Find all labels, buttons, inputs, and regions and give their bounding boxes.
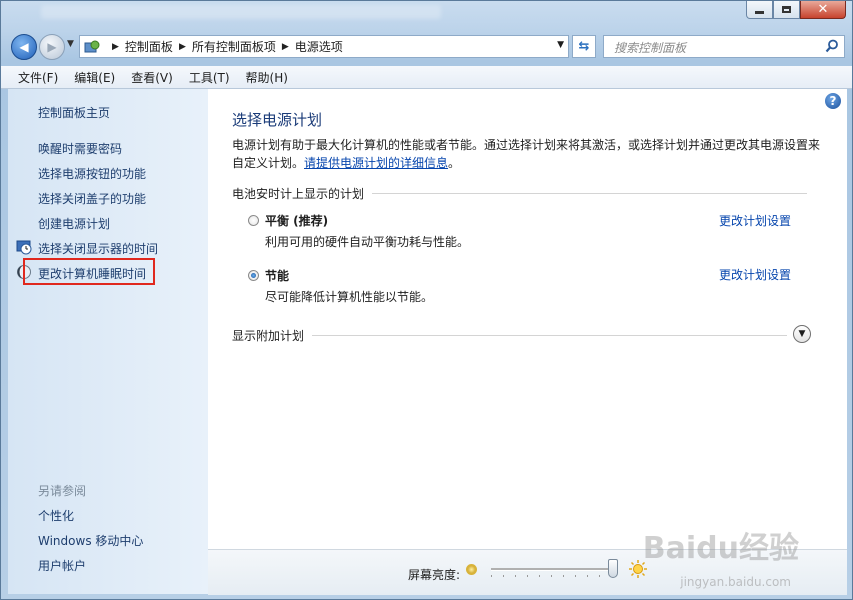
history-dropdown-icon[interactable]: ▼ bbox=[67, 39, 74, 49]
description-end: 。 bbox=[448, 156, 461, 170]
dim-brightness-icon bbox=[466, 564, 477, 575]
brightness-bar: 屏幕亮度: Baidu经验 jingyan.baidu.com bbox=[208, 531, 847, 595]
content-area: 控制面板主页 唤醒时需要密码 选择电源按钮的功能 选择关闭盖子的功能 创建电源计… bbox=[8, 89, 847, 595]
navigation-bar: ◀ ▶ ▼ ▶ 控制面板 ▶ 所有控制面板项 ▶ 电源选项 ▼ ⇆ bbox=[1, 31, 852, 63]
watermark-url: jingyan.baidu.com bbox=[680, 575, 791, 589]
menu-help[interactable]: 帮助(H) bbox=[238, 69, 296, 86]
plan-balanced-change-link[interactable]: 更改计划设置 bbox=[719, 212, 791, 229]
sidebar-item-lid-close[interactable]: 选择关闭盖子的功能 bbox=[38, 190, 146, 207]
sidebar-home-link[interactable]: 控制面板主页 bbox=[38, 104, 110, 121]
highlight-box bbox=[23, 258, 155, 285]
plan-balanced-desc: 利用可用的硬件自动平衡功耗与性能。 bbox=[265, 235, 470, 249]
close-button[interactable]: ✕ bbox=[800, 1, 846, 19]
brightness-slider-track[interactable] bbox=[491, 568, 616, 571]
section-heading: 显示附加计划 bbox=[232, 329, 305, 343]
clock-icon bbox=[16, 240, 32, 255]
chevron-down-icon: ▼ bbox=[798, 329, 806, 339]
help-icon[interactable]: ? bbox=[825, 93, 841, 109]
forward-button[interactable]: ▶ bbox=[39, 34, 65, 60]
refresh-icon: ⇆ bbox=[578, 39, 590, 54]
address-bar[interactable]: ▶ 控制面板 ▶ 所有控制面板项 ▶ 电源选项 ▼ bbox=[79, 35, 569, 58]
maximize-icon bbox=[782, 6, 791, 13]
brightness-label: 屏幕亮度: bbox=[408, 568, 461, 582]
sidebar: 控制面板主页 唤醒时需要密码 选择电源按钮的功能 选择关闭盖子的功能 创建电源计… bbox=[8, 89, 208, 594]
page-title: 选择电源计划 bbox=[232, 111, 323, 129]
maximize-button[interactable] bbox=[773, 1, 800, 19]
search-box bbox=[603, 35, 845, 58]
brightness-slider-thumb[interactable] bbox=[608, 559, 618, 578]
plan-details-link[interactable]: 请提供电源计划的详细信息 bbox=[304, 156, 448, 170]
plan-power-saver-desc: 尽可能降低计算机性能以节能。 bbox=[265, 290, 434, 304]
control-panel-icon bbox=[84, 40, 100, 52]
sidebar-item-power-button[interactable]: 选择电源按钮的功能 bbox=[38, 165, 146, 182]
section-divider bbox=[372, 193, 807, 194]
menu-file[interactable]: 文件(F) bbox=[1, 69, 66, 86]
chevron-right-icon: ▶ bbox=[112, 41, 119, 52]
minimize-icon bbox=[755, 11, 764, 14]
window-frame: ✕ ◀ ▶ ▼ ▶ 控制面板 ▶ 所有控制面板项 ▶ 电源选项 ▼ ⇆ 搜索控制… bbox=[0, 0, 853, 600]
page-description: 电源计划有助于最大化计算机的性能或者节能。通过选择计划来将其激活，或选择计划并通… bbox=[232, 136, 822, 172]
breadcrumb-item-control-panel[interactable]: 控制面板 bbox=[125, 38, 173, 55]
chevron-right-icon[interactable]: ▶ bbox=[179, 42, 186, 52]
address-dropdown-icon[interactable]: ▼ bbox=[557, 40, 564, 50]
see-also-mobility-center[interactable]: Windows 移动中心 bbox=[38, 532, 143, 549]
see-also-personalization[interactable]: 个性化 bbox=[38, 507, 74, 524]
breadcrumb-item-power-options[interactable]: 电源选项 bbox=[295, 38, 343, 55]
plan-balanced-radio[interactable] bbox=[248, 215, 259, 226]
section-heading: 电池安时计上显示的计划 bbox=[232, 187, 365, 201]
breadcrumb-item-all-items[interactable]: 所有控制面板项 bbox=[192, 38, 276, 55]
title-bar: ✕ bbox=[1, 1, 852, 29]
search-input[interactable] bbox=[612, 37, 816, 58]
menu-tools[interactable]: 工具(T) bbox=[181, 69, 238, 86]
menu-bar: 文件(F) 编辑(E) 查看(V) 工具(T) 帮助(H) bbox=[1, 66, 852, 89]
plan-power-saver-change-link[interactable]: 更改计划设置 bbox=[719, 266, 791, 283]
see-also-user-accounts[interactable]: 用户帐户 bbox=[38, 557, 86, 574]
caption-buttons: ✕ bbox=[746, 1, 846, 19]
plan-power-saver-name[interactable]: 节能 bbox=[265, 267, 289, 284]
plan-balanced-name[interactable]: 平衡 (推荐) bbox=[265, 212, 328, 229]
sidebar-item-create-plan[interactable]: 创建电源计划 bbox=[38, 215, 110, 232]
back-arrow-icon: ◀ bbox=[19, 40, 29, 54]
search-icon[interactable] bbox=[825, 39, 839, 53]
sidebar-item-display-off[interactable]: 选择关闭显示器的时间 bbox=[38, 240, 158, 257]
refresh-button[interactable]: ⇆ bbox=[572, 35, 596, 58]
battery-plans-section: 电池安时计上显示的计划 bbox=[232, 185, 807, 202]
sidebar-item-wake-password[interactable]: 唤醒时需要密码 bbox=[38, 140, 122, 157]
section-divider bbox=[312, 335, 787, 336]
additional-plans-section[interactable]: 显示附加计划 bbox=[232, 327, 787, 344]
chevron-right-icon[interactable]: ▶ bbox=[282, 42, 289, 52]
main-panel: ? 选择电源计划 电源计划有助于最大化计算机的性能或者节能。通过选择计划来将其激… bbox=[208, 89, 847, 549]
minimize-button[interactable] bbox=[746, 1, 773, 19]
watermark-logo: Baidu经验 bbox=[642, 531, 799, 566]
back-button[interactable]: ◀ bbox=[11, 34, 37, 60]
menu-edit[interactable]: 编辑(E) bbox=[66, 69, 123, 86]
menu-view[interactable]: 查看(V) bbox=[123, 69, 181, 86]
forward-arrow-icon: ▶ bbox=[47, 40, 57, 54]
slider-ticks bbox=[491, 575, 616, 577]
breadcrumb: ▶ 控制面板 ▶ 所有控制面板项 ▶ 电源选项 bbox=[106, 38, 343, 55]
blurred-window-title bbox=[41, 5, 441, 19]
see-also-heading: 另请参阅 bbox=[38, 484, 87, 498]
plan-power-saver-radio[interactable] bbox=[248, 270, 259, 281]
expand-button[interactable]: ▼ bbox=[793, 325, 811, 343]
close-icon: ✕ bbox=[817, 1, 829, 17]
